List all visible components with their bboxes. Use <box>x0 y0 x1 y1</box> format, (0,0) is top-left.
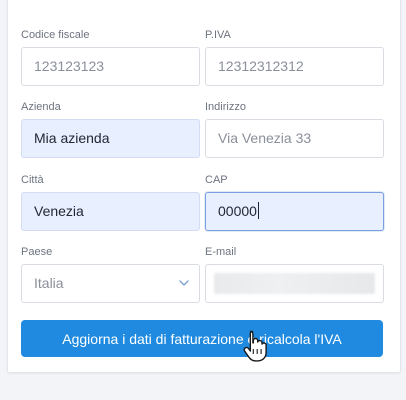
hand-pointer-icon <box>243 330 267 362</box>
codice-fiscale-input[interactable]: 123123123 <box>21 47 200 86</box>
codice-fiscale-label: Codice fiscale <box>21 29 90 41</box>
cap-value: 00000 <box>218 203 257 219</box>
paese-label: Paese <box>21 246 53 258</box>
billing-form-card: Codice fiscale 123123123 P.IVA 123123123… <box>7 0 401 373</box>
indirizzo-value: Via Venezia 33 <box>218 130 312 146</box>
citta-label: Città <box>21 174 44 186</box>
azienda-value: Mia azienda <box>34 130 110 146</box>
email-label: E-mail <box>205 246 237 258</box>
redacted-email-value <box>214 273 375 294</box>
cap-label: CAP <box>205 174 228 186</box>
piva-label: P.IVA <box>205 29 231 41</box>
citta-input[interactable]: Venezia <box>21 192 200 231</box>
email-input[interactable] <box>205 264 384 303</box>
azienda-input[interactable]: Mia azienda <box>21 119 200 158</box>
paese-select[interactable]: Italia <box>21 264 200 303</box>
chevron-down-icon <box>179 280 189 286</box>
paese-value: Italia <box>34 275 64 291</box>
azienda-label: Azienda <box>21 101 61 113</box>
codice-fiscale-value: 123123123 <box>34 58 105 74</box>
update-billing-button[interactable]: Aggiorna i dati di fatturazione e ricalc… <box>21 320 383 357</box>
indirizzo-input[interactable]: Via Venezia 33 <box>205 119 384 158</box>
citta-value: Venezia <box>34 203 84 219</box>
indirizzo-label: Indirizzo <box>205 101 246 113</box>
piva-value: 12312312312 <box>218 58 304 74</box>
text-caret <box>257 202 259 220</box>
piva-input[interactable]: 12312312312 <box>205 47 384 86</box>
cap-input[interactable]: 00000 <box>205 192 384 231</box>
